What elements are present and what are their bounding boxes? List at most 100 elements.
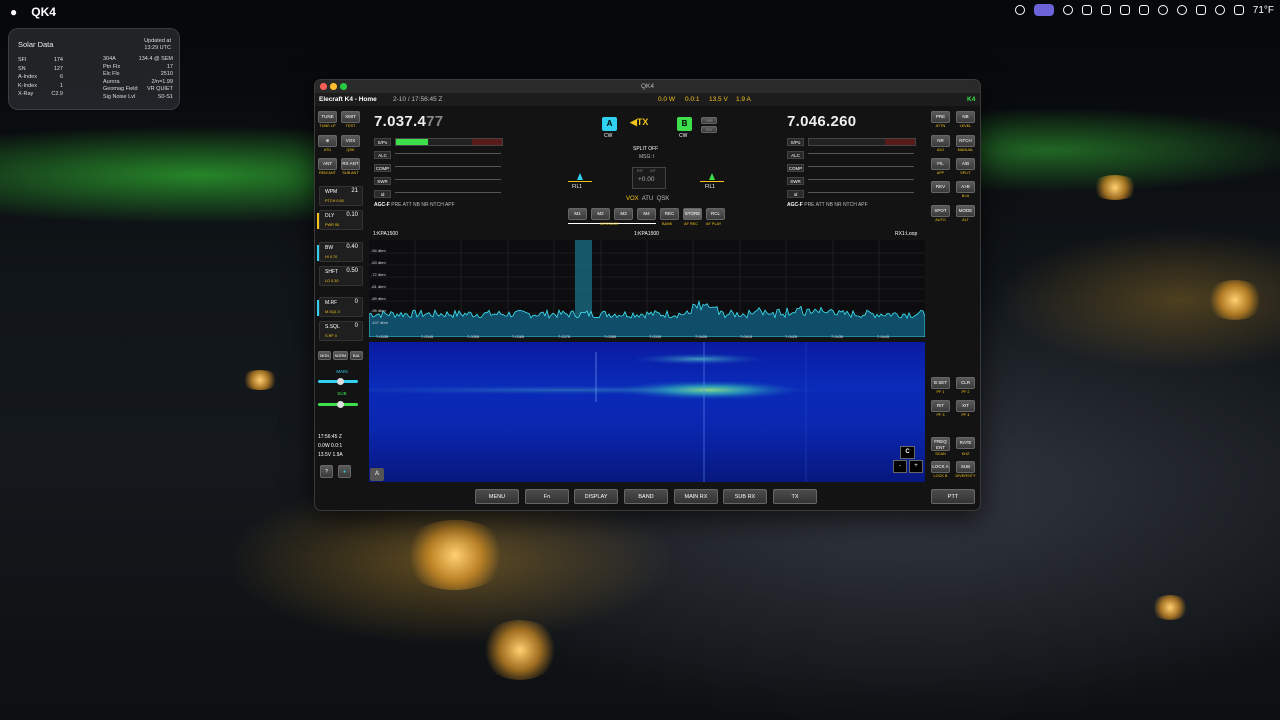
grid-icon[interactable] <box>1119 5 1130 15</box>
div-toggle[interactable]: DIV <box>701 126 717 133</box>
mrf-knob[interactable]: M.RF 0 M.SQL 0 <box>317 297 363 317</box>
rev-button[interactable]: REV <box>931 181 950 193</box>
meter-label-alc-b: ALC <box>787 151 804 159</box>
sub-volume-slider[interactable] <box>318 401 358 408</box>
vox-button[interactable]: VOX <box>341 135 360 147</box>
nr-button[interactable]: NR <box>931 135 950 147</box>
vfo-a-badge[interactable]: A <box>602 117 617 131</box>
ptt-button[interactable]: PTT <box>931 489 975 504</box>
norm-button[interactable]: NORM <box>333 351 348 360</box>
band-button[interactable]: BAND <box>624 489 668 504</box>
solar-data-widget[interactable]: Solar Data Updated at 13:29 UTC SFI 174 S… <box>8 28 180 110</box>
panadapter[interactable]: -54 dbm -63 dbm -72 dbm -81 dbm -89 dbm … <box>369 240 925 337</box>
close-button[interactable] <box>320 83 327 90</box>
nb-button[interactable]: NB <box>956 111 975 123</box>
display-icon[interactable] <box>1081 5 1092 15</box>
vfo-a-frequency[interactable]: 7.037.477 <box>374 113 443 130</box>
mon-button[interactable]: MON <box>318 351 331 360</box>
rate-button[interactable]: RATE <box>956 437 975 449</box>
main-volume-slider[interactable] <box>318 378 358 385</box>
sub-slider-label: SUB <box>337 391 347 396</box>
main-rx-button[interactable]: MAIN RX <box>674 489 718 504</box>
rit-button[interactable]: RIT <box>931 400 950 412</box>
slider-thumb[interactable] <box>337 378 344 385</box>
alc-scale <box>395 153 501 162</box>
zoom-button[interactable] <box>340 83 347 90</box>
tx-button[interactable]: TX <box>773 489 817 504</box>
fil-sub-label: APF <box>936 171 945 175</box>
mode-button[interactable]: MODE <box>956 205 975 217</box>
knob-label: S.SQL <box>325 324 340 330</box>
ant-button[interactable]: ANT <box>318 158 337 170</box>
clr-button[interactable]: CLR <box>956 377 975 389</box>
lock-a-button[interactable]: LOCK A <box>931 461 950 473</box>
tune-sub-label: TUNE LP <box>319 124 336 128</box>
brightness-icon[interactable] <box>1062 5 1073 15</box>
battery-icon[interactable] <box>1195 5 1206 15</box>
xmit-sub-label: TEST <box>345 124 356 128</box>
radio-dot-button[interactable]: ● <box>338 465 351 478</box>
filter-b-label: FIL1 <box>705 184 716 190</box>
pin-icon[interactable] <box>1138 5 1149 15</box>
vfo-b-frequency[interactable]: 7.046.260 <box>787 113 856 130</box>
alc-scale-b <box>808 153 914 162</box>
apple-icon[interactable]: ● <box>10 5 17 19</box>
app-menu-name[interactable]: QK4 <box>31 5 56 19</box>
moon-icon[interactable] <box>1214 5 1225 15</box>
status-icon[interactable] <box>1014 5 1025 15</box>
tune-button[interactable]: TUNE <box>318 111 337 123</box>
spiral-icon[interactable] <box>1157 5 1168 15</box>
xit-label: XIT <box>650 169 656 173</box>
rit-xit-box[interactable]: RIT XIT +0.00 <box>632 167 666 189</box>
bw-knob[interactable]: BW 0.40 HI 0.70 <box>317 242 363 262</box>
b-set-button[interactable]: B SET <box>931 377 950 389</box>
shft-knob[interactable]: SHFT 0.50 LO 0.30 <box>319 266 363 286</box>
toggle-icon[interactable] <box>1033 4 1054 16</box>
sub-button[interactable]: SUB <box>956 461 975 473</box>
zoom-in-button[interactable]: + <box>909 460 923 473</box>
fil-button[interactable]: FIL <box>931 158 950 170</box>
store-button[interactable]: STORE <box>683 208 702 220</box>
slider-thumb[interactable] <box>337 401 344 408</box>
rx-ant-button[interactable]: RX ANT <box>341 158 360 170</box>
dly-knob[interactable]: DLY 0.10 PWR 95 <box>317 210 363 230</box>
freq-ent-button[interactable]: FREQ ENT <box>931 437 950 451</box>
ssql-knob[interactable]: S.SQL 0 S.RF 0 <box>319 321 363 341</box>
xmit-button[interactable]: XMIT <box>341 111 360 123</box>
memory-m2-button[interactable]: M2 <box>591 208 610 220</box>
waterfall-c-button[interactable]: C <box>900 446 915 459</box>
xit-button[interactable]: XIT <box>956 400 975 412</box>
zoom-out-button[interactable]: - <box>893 460 907 473</box>
menu-button[interactable]: MENU <box>475 489 519 504</box>
wpm-knob[interactable]: WPM 21 PTCH 0.50 <box>319 186 363 206</box>
fn-button[interactable]: Fn <box>525 489 569 504</box>
freq-tick: 7.0385 <box>604 334 617 339</box>
atu-button[interactable]: ⊕ <box>318 135 337 147</box>
weather-readout[interactable]: 71°F <box>1253 5 1274 16</box>
waterfall[interactable] <box>369 342 925 482</box>
memory-m4-button[interactable]: M4 <box>637 208 656 220</box>
ntch-button[interactable]: NTCH <box>956 135 975 147</box>
window-titlebar[interactable]: QK4 <box>315 80 980 93</box>
a-to-b-sub-label: B>A <box>961 194 970 198</box>
memory-m3-button[interactable]: M3 <box>614 208 633 220</box>
a-to-b-button[interactable]: A>B <box>956 181 975 193</box>
ab-button[interactable]: A/B <box>956 158 975 170</box>
sub-toggle[interactable]: SUB <box>701 117 717 124</box>
rec-button[interactable]: REC <box>660 208 679 220</box>
help-button[interactable]: ? <box>320 465 333 478</box>
vfo-b-badge[interactable]: B <box>677 117 692 131</box>
waterfall-a-button[interactable]: A <box>370 468 384 481</box>
target-icon[interactable] <box>1176 5 1187 15</box>
rcl-button[interactable]: RCL <box>706 208 725 220</box>
pre-button[interactable]: PRE <box>931 111 950 123</box>
shelf-icon[interactable] <box>1233 5 1244 15</box>
screen-icon[interactable] <box>1100 5 1111 15</box>
bal-button[interactable]: BAL <box>350 351 363 360</box>
minimize-button[interactable] <box>330 83 337 90</box>
memory-m1-button[interactable]: M1 <box>568 208 587 220</box>
display-button[interactable]: DISPLAY <box>574 489 618 504</box>
sub-rx-button[interactable]: SUB RX <box>723 489 767 504</box>
freq-tick: 7.0445 <box>877 334 890 339</box>
spot-button[interactable]: SPOT <box>931 205 950 217</box>
